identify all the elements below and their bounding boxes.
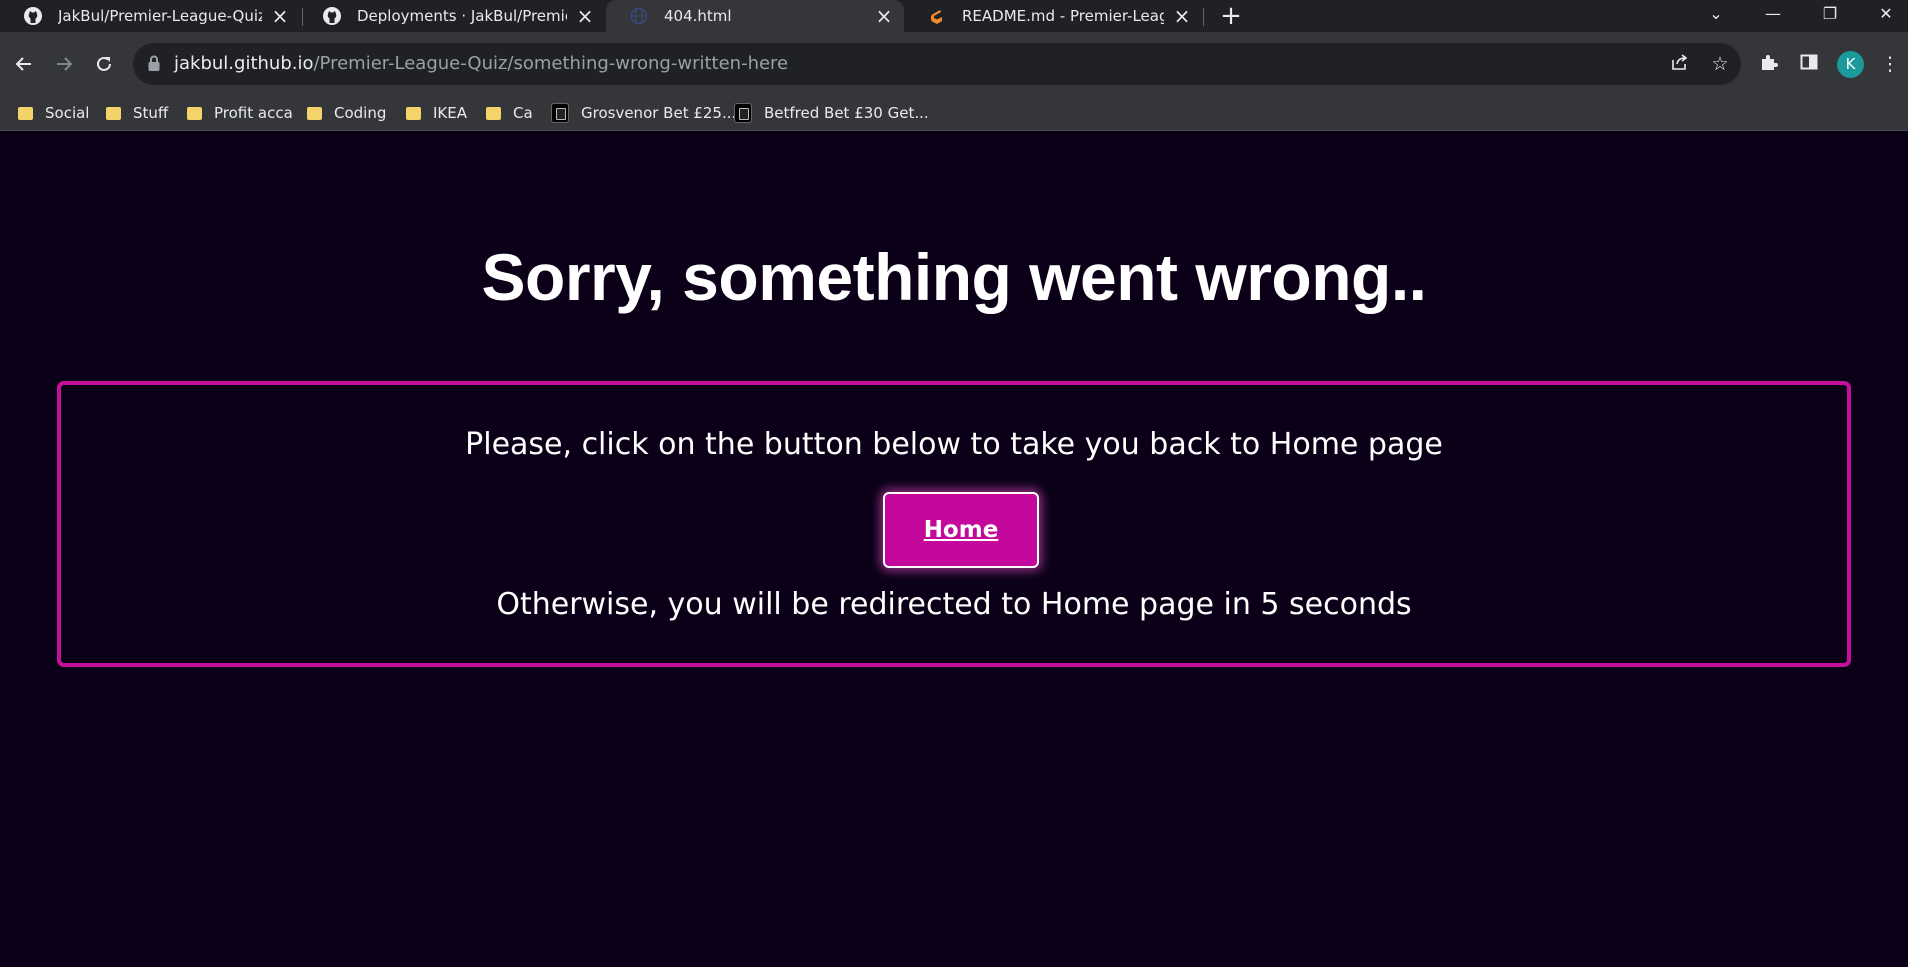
tab-deployments[interactable]: Deployments · JakBul/Premier-Le × bbox=[299, 0, 605, 32]
bookmark-label: Stuff bbox=[133, 104, 169, 122]
folder-icon bbox=[307, 106, 322, 120]
lock-icon[interactable] bbox=[147, 54, 161, 76]
bookmark-label: Profit acca bbox=[214, 104, 293, 122]
bookmark-label: Grosvenor Bet £25... bbox=[581, 104, 737, 122]
tab-readme[interactable]: README.md - Premier-League-Q × bbox=[904, 0, 1202, 32]
tab-title: Deployments · JakBul/Premier-Le bbox=[357, 7, 567, 25]
forward-icon[interactable] bbox=[46, 46, 82, 82]
bookmarks-bar: Social Stuff Profit acca Coding IKEA Ca … bbox=[0, 96, 1908, 131]
folder-icon bbox=[486, 106, 501, 120]
bookmark-ca[interactable]: Ca bbox=[486, 96, 533, 130]
tab-strip: JakBul/Premier-League-Quiz × Deployments… bbox=[0, 0, 1908, 32]
bookmark-label: Betfred Bet £30 Get... bbox=[764, 104, 929, 122]
redirect-text: Otherwise, you will be redirected to Hom… bbox=[496, 587, 1412, 622]
url-path: /Premier-League-Quiz/something-wrong-wri… bbox=[313, 53, 789, 74]
tab-404[interactable]: 404.html × bbox=[606, 0, 904, 32]
bookmark-label: IKEA bbox=[433, 104, 467, 122]
menu-icon[interactable]: ⋮ bbox=[1878, 52, 1902, 76]
github-icon bbox=[22, 5, 44, 27]
globe-icon bbox=[628, 5, 650, 27]
tab-search-icon[interactable]: ⌄ bbox=[1698, 0, 1734, 32]
folder-icon bbox=[18, 106, 33, 120]
extensions-icon[interactable] bbox=[1757, 52, 1781, 76]
bookmark-label: Coding bbox=[334, 104, 387, 122]
bookmark-social[interactable]: Social bbox=[18, 96, 89, 130]
bookmark-ikea[interactable]: IKEA bbox=[406, 96, 467, 130]
github-icon bbox=[321, 5, 343, 27]
reload-icon[interactable] bbox=[86, 46, 122, 82]
close-tab-icon[interactable]: × bbox=[1172, 4, 1192, 28]
side-panel-icon[interactable] bbox=[1797, 52, 1821, 76]
restore-icon[interactable]: ❐ bbox=[1812, 0, 1848, 32]
instruction-text: Please, click on the button below to tak… bbox=[465, 427, 1443, 462]
avatar[interactable]: K bbox=[1837, 51, 1864, 78]
folder-icon bbox=[187, 106, 202, 120]
gitpod-icon bbox=[926, 5, 948, 27]
close-tab-icon[interactable]: × bbox=[874, 4, 894, 28]
folder-icon bbox=[106, 106, 121, 120]
bookmark-profit-acca[interactable]: Profit acca bbox=[187, 96, 293, 130]
bookmark-betfred[interactable]: Betfred Bet £30 Get... bbox=[734, 96, 929, 130]
site-icon bbox=[734, 103, 752, 123]
bookmark-label: Ca bbox=[513, 104, 533, 122]
site-icon bbox=[551, 103, 569, 123]
tab-divider bbox=[1203, 8, 1204, 26]
message-panel: Please, click on the button below to tak… bbox=[57, 381, 1851, 667]
star-icon[interactable]: ☆ bbox=[1708, 52, 1732, 76]
tab-title: 404.html bbox=[664, 7, 732, 25]
bookmark-label: Social bbox=[45, 104, 90, 122]
page-title: Sorry, something went wrong.. bbox=[481, 240, 1427, 314]
new-tab-button[interactable]: + bbox=[1217, 0, 1245, 32]
page-content: Sorry, something went wrong.. Please, cl… bbox=[0, 131, 1908, 967]
share-icon[interactable] bbox=[1668, 52, 1692, 76]
url-text[interactable]: jakbul.github.io/Premier-League-Quiz/som… bbox=[174, 43, 788, 85]
back-icon[interactable] bbox=[6, 46, 42, 82]
tab-github-repo[interactable]: JakBul/Premier-League-Quiz × bbox=[0, 0, 300, 32]
address-bar[interactable]: jakbul.github.io/Premier-League-Quiz/som… bbox=[133, 43, 1741, 85]
bookmark-coding[interactable]: Coding bbox=[307, 96, 386, 130]
tab-title: JakBul/Premier-League-Quiz bbox=[58, 7, 262, 25]
close-tab-icon[interactable]: × bbox=[270, 4, 290, 28]
close-tab-icon[interactable]: × bbox=[575, 4, 595, 28]
minimize-icon[interactable]: — bbox=[1755, 0, 1791, 32]
browser-toolbar: jakbul.github.io/Premier-League-Quiz/som… bbox=[0, 32, 1908, 96]
tab-title: README.md - Premier-League-Q bbox=[962, 7, 1164, 25]
url-host: jakbul.github.io bbox=[174, 53, 314, 74]
folder-icon bbox=[406, 106, 421, 120]
bookmark-stuff[interactable]: Stuff bbox=[106, 96, 168, 130]
home-button[interactable]: Home bbox=[883, 492, 1039, 568]
bookmark-grosvenor[interactable]: Grosvenor Bet £25... bbox=[551, 96, 736, 130]
close-window-icon[interactable]: ✕ bbox=[1868, 0, 1904, 32]
